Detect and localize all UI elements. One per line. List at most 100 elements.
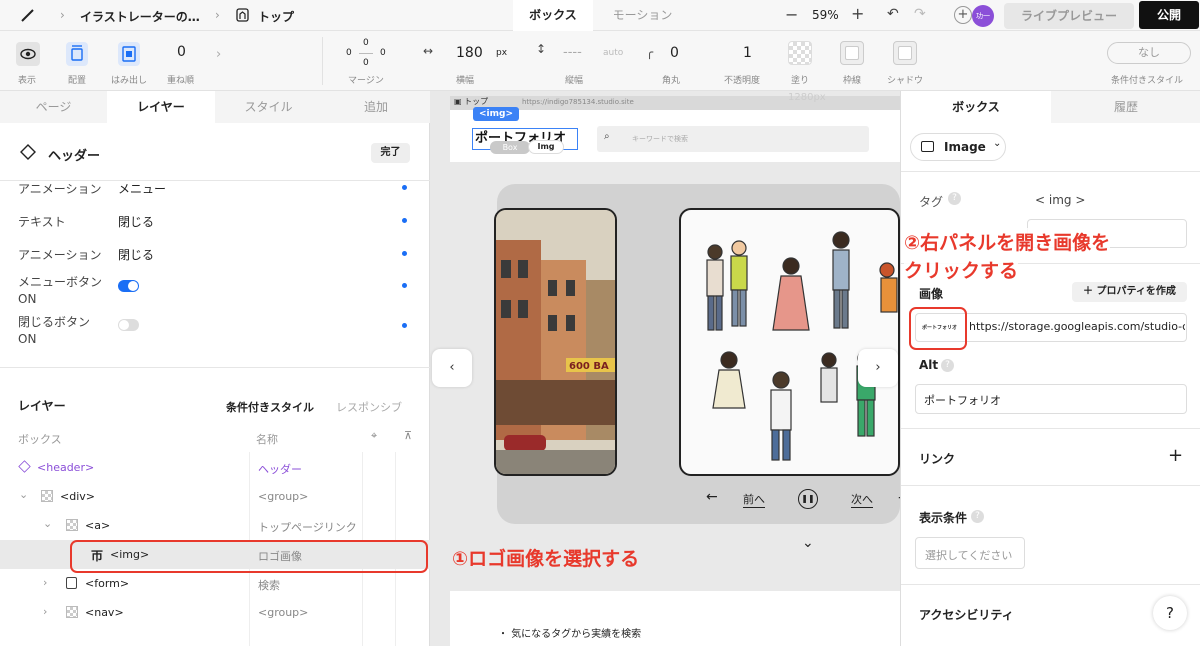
tab-layer[interactable]: レイヤー — [107, 91, 215, 123]
tab-motion-mode[interactable]: モーション — [600, 0, 685, 31]
height-value[interactable]: ---- — [563, 45, 582, 60]
display-condition-select[interactable]: 選択してください — [915, 537, 1025, 569]
chevron-right-icon[interactable]: › — [43, 605, 47, 618]
left-panel: ページ レイヤー スタイル 追加 ヘッダー 完了 アニメーション メニュー テキ… — [0, 91, 430, 646]
create-property-button[interactable]: ＋ プロパティを作成 — [1072, 282, 1187, 302]
divider — [901, 584, 1200, 585]
width-value[interactable]: 180 — [456, 45, 483, 61]
prop-label: アニメーション — [18, 248, 102, 262]
svg-text:600 BA: 600 BA — [569, 361, 609, 372]
conditional-style-select[interactable]: なし — [1107, 42, 1191, 64]
link-label: リンク — [919, 452, 956, 466]
tab-box[interactable]: ボックス — [901, 91, 1051, 123]
prop-value[interactable]: メニュー — [118, 180, 166, 197]
shadow-swatch[interactable] — [893, 41, 917, 65]
pause-button[interactable]: ❚❚ — [798, 489, 818, 509]
breadcrumb-page[interactable]: トップ — [258, 8, 294, 25]
height-unit[interactable]: auto — [603, 48, 623, 58]
corner-radius-icon: ╭ — [646, 45, 654, 59]
eye-icon[interactable]: ⊼ — [404, 429, 412, 442]
ruler-width: 1280px — [788, 92, 826, 103]
building-image[interactable]: 600 BA — [494, 208, 617, 476]
image-url[interactable]: https://storage.googleapis.com/studio-c — [969, 320, 1185, 333]
margin-control[interactable]: 0 0 0 0 — [340, 36, 392, 72]
label-margin: マージン — [348, 76, 384, 86]
visibility-toggle[interactable] — [16, 42, 40, 66]
chevron-down-icon[interactable]: ⌄ — [43, 517, 52, 530]
tab-box-mode[interactable]: ボックス — [513, 0, 593, 31]
width-unit[interactable]: px — [496, 48, 507, 58]
page-icon — [236, 8, 249, 22]
invite-icon[interactable]: + — [954, 6, 972, 24]
help-icon[interactable]: ? — [941, 359, 954, 372]
tree-row-header[interactable]: <header> ヘッダー — [0, 453, 430, 482]
menu-button-toggle[interactable] — [118, 280, 139, 292]
tab-history[interactable]: 履歴 — [1051, 91, 1200, 123]
cursor-icon[interactable]: ⌖ — [371, 429, 377, 443]
label-align: 配置 — [68, 76, 87, 86]
tab-responsive[interactable]: レスポンシブ — [336, 399, 402, 415]
tab-conditional-style[interactable]: 条件付きスタイル — [226, 399, 314, 415]
tab-page[interactable]: ページ — [0, 91, 107, 123]
divider — [0, 367, 430, 368]
live-preview-button[interactable]: ライブプレビュー — [1004, 3, 1134, 29]
alt-input[interactable]: ポートフォリオ — [915, 384, 1187, 414]
box-icon — [66, 519, 78, 531]
pen-icon[interactable] — [20, 7, 36, 23]
zoom-level[interactable]: 59% — [812, 8, 839, 22]
opacity-value[interactable]: 1 — [743, 45, 752, 61]
tab-add[interactable]: 追加 — [322, 91, 430, 123]
zoom-in-button[interactable]: + — [851, 4, 864, 23]
arrow-left-icon[interactable]: ← — [706, 489, 718, 505]
prop-label-sub: ON — [18, 292, 37, 306]
chevron-down-icon[interactable]: ⌄ — [802, 535, 814, 551]
undo-icon[interactable]: ↶ — [887, 6, 899, 22]
prev-link[interactable]: 前へ — [743, 491, 765, 508]
redo-icon[interactable]: ↷ — [914, 6, 926, 22]
tree-row-a[interactable]: ⌄ <a> トップページリンク — [0, 511, 430, 540]
tree-row-nav[interactable]: › <nav> <group> — [0, 598, 430, 627]
people-illustration[interactable] — [679, 208, 900, 476]
tab-style[interactable]: スタイル — [215, 91, 322, 123]
breadcrumb-project[interactable]: イラストレーターの… — [80, 8, 200, 25]
bullet-item: ・ 気になるタグから実績を検索 — [498, 629, 642, 640]
top-bar: › イラストレーターの… › トップ ボックス モーション − 59% + ↶ … — [0, 0, 1200, 31]
divider — [322, 37, 323, 85]
prop-value[interactable]: 閉じる — [118, 213, 154, 230]
width-arrow-icon: ↔ — [423, 44, 434, 58]
site-search[interactable]: ⌕ キーワードで検索 — [597, 126, 869, 152]
avatar[interactable]: 功一 — [972, 5, 994, 27]
help-button[interactable]: ? — [1153, 596, 1187, 630]
overflow-icon[interactable] — [118, 42, 140, 66]
border-swatch[interactable] — [840, 41, 864, 65]
design-canvas[interactable]: ▣ トップ https://indigo785134.studio.site 1… — [430, 91, 900, 646]
add-link-button[interactable]: + — [1168, 445, 1183, 466]
done-button[interactable]: 完了 — [371, 143, 410, 163]
chevron-down-icon[interactable]: ⌄ — [19, 488, 28, 501]
accessibility-label: アクセシビリティ — [919, 608, 1014, 622]
annotation-step2-line2: クリックする — [904, 256, 1019, 283]
tag-value[interactable]: < img > — [1035, 193, 1085, 207]
layer-order-value[interactable]: 0 — [177, 44, 186, 60]
publish-button[interactable]: 公開 — [1139, 1, 1199, 29]
carousel-prev-arrow[interactable]: ‹ — [432, 349, 472, 387]
prop-indicator — [402, 323, 407, 328]
chevron-right-icon[interactable]: › — [43, 576, 47, 589]
tree-row-div[interactable]: ⌄ <div> <group> — [0, 482, 430, 511]
radius-value[interactable]: 0 — [670, 45, 679, 61]
prop-value[interactable]: 閉じる — [118, 246, 154, 263]
align-icon[interactable] — [66, 42, 88, 66]
zoom-out-button[interactable]: − — [785, 5, 798, 24]
close-button-toggle[interactable] — [118, 319, 139, 331]
label-height: 縦幅 — [565, 76, 584, 86]
help-icon[interactable]: ? — [948, 192, 961, 205]
search-icon: ⌕ — [604, 131, 610, 142]
element-type-select[interactable]: Image ⌄ — [910, 133, 1006, 161]
box-badge: Box — [490, 141, 530, 154]
next-link[interactable]: 次へ — [851, 491, 873, 508]
tree-row-form[interactable]: › <form> 検索 — [0, 569, 430, 598]
help-icon[interactable]: ? — [971, 510, 984, 523]
fill-swatch[interactable] — [788, 41, 812, 65]
img-badge: Img — [528, 140, 564, 154]
carousel-next-arrow[interactable]: › — [858, 349, 898, 387]
